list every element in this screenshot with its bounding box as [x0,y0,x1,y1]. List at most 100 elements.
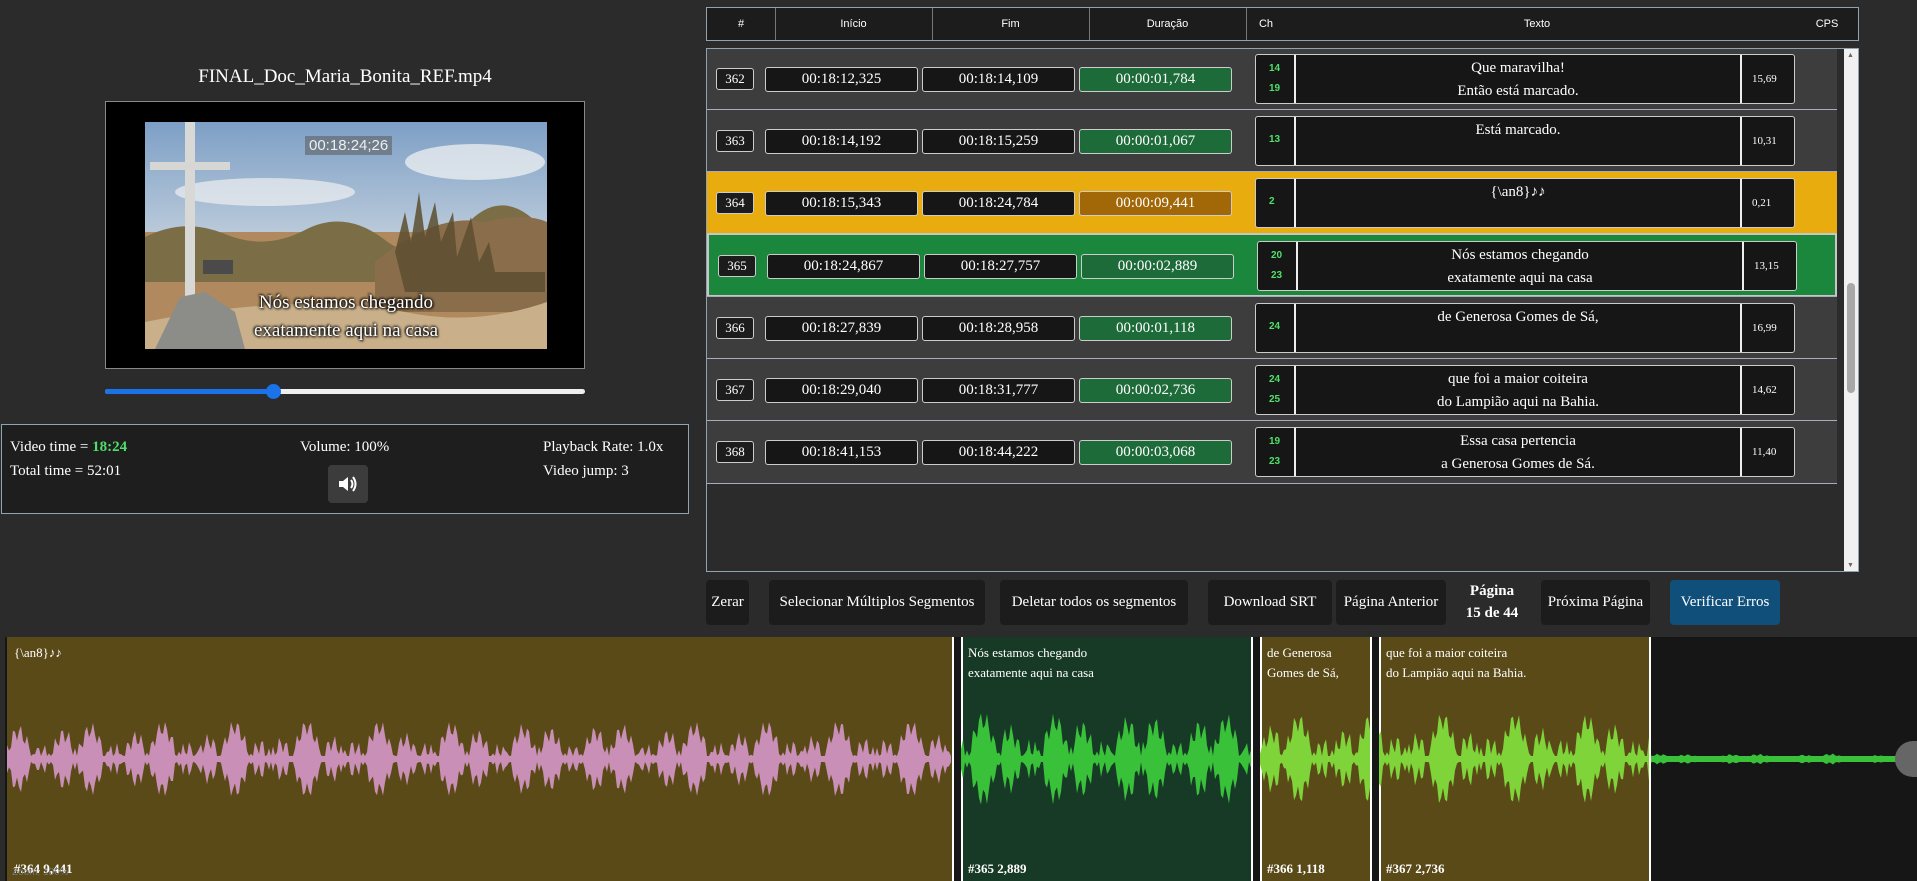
segment-boundary[interactable] [952,637,954,881]
subtitle-text[interactable]: que foi a maior coiteira do Lampião aqui … [1298,368,1738,414]
segment-boundary[interactable] [1260,637,1262,881]
char-count-line-1: 19 [1269,436,1281,447]
start-time-field[interactable]: 00:18:27,839 [765,316,918,341]
segment-boundary[interactable] [1370,637,1372,881]
waveform-scroll-handle[interactable] [1895,741,1917,777]
char-count-line-2: 23 [1271,270,1283,281]
header-start: Início [840,18,867,30]
table-row[interactable]: 362 00:18:12,325 00:18:14,109 00:00:01,784 1… [707,49,1837,111]
speaker-icon [339,476,357,492]
volume-label: Volume: 100% [300,439,390,455]
duration-field: 00:00:03,068 [1079,440,1232,465]
end-time-field[interactable]: 00:18:15,259 [922,129,1075,154]
waveform-timeline[interactable]: {\an8}♪♪ #364 9,441 Nós estamos chegando… [5,637,1917,881]
zerar-button[interactable]: Zerar [706,580,749,625]
end-time-field[interactable]: 00:18:28,958 [922,316,1075,341]
cps-value: 13,15 [1742,242,1796,290]
segment-boundary[interactable] [961,637,963,881]
video-seek-slider[interactable] [105,384,585,399]
waveform-segment-line-2: Gomes de Sá, [1267,665,1339,680]
page-label: Página [1469,583,1515,599]
cps-value: 15,69 [1740,55,1794,103]
table-row[interactable]: 364 00:18:15,343 00:18:24,784 00:00:09,441 2… [707,171,1837,235]
cps-value: 11,40 [1740,428,1794,476]
start-time-field[interactable]: 00:18:14,192 [765,129,918,154]
subtitle-text-line-1: Está marcado. [1475,122,1561,138]
cps-value: 10,31 [1740,117,1794,165]
download-srt-button[interactable]: Download SRT [1208,580,1332,625]
start-time-field[interactable]: 00:18:12,325 [765,67,918,92]
start-time-field[interactable]: 00:18:29,040 [765,378,918,403]
table-scrollbar[interactable]: ▲ ▼ [1844,49,1858,571]
header-number: # [737,18,745,30]
subtitle-text-editor[interactable]: 24 de Generosa Gomes de Sá, 16,99 [1255,303,1795,353]
char-count-column: 20 23 [1258,242,1298,290]
playback-info-panel: Video time = 18:24 Total time = 52:01 Vo… [1,424,689,514]
duration-field: 00:00:01,118 [1079,316,1232,341]
waveform-segment-line-2: do Lampião aqui na Bahia. [1386,665,1527,680]
time-info: Video time = 18:24 Total time = 52:01 [10,435,127,483]
subtitle-text[interactable]: {\an8}♪♪ [1298,181,1738,204]
end-time-field[interactable]: 00:18:31,777 [922,378,1075,403]
video-scene [145,122,547,349]
scroll-thumb[interactable] [1847,283,1855,393]
verify-errors-button[interactable]: Verificar Erros [1670,580,1780,625]
waveform-segment-line-1: que foi a maior coiteira [1386,645,1508,660]
row-number: 364 [716,192,754,214]
end-time-field[interactable]: 00:18:24,784 [922,191,1075,216]
previous-page-button[interactable]: Página Anterior [1336,580,1446,625]
delete-all-segments-button[interactable]: Deletar todos os segmentos [1000,580,1188,625]
volume-button[interactable] [328,465,368,503]
subtitle-text-editor[interactable]: 2 {\an8}♪♪ 0,21 [1255,178,1795,228]
subtitle-text-line-1: que foi a maior coiteira [1448,371,1588,387]
end-time-field[interactable]: 00:18:14,109 [922,67,1075,92]
start-time-field[interactable]: 00:18:15,343 [765,191,918,216]
subtitle-text-line-2: a Generosa Gomes de Sá. [1441,456,1595,472]
app-root: FINAL_Doc_Maria_Bonita_REF.mp4 00:18:24;… [0,0,1917,881]
subtitle-text-line-1: Nós estamos chegando [1451,247,1589,263]
table-row[interactable]: 367 00:18:29,040 00:18:31,777 00:00:02,736 2… [707,358,1837,422]
next-page-button[interactable]: Próxima Página [1541,580,1650,625]
video-jump: Video jump: 3 [543,463,629,479]
waveform-segment-text: {\an8}♪♪ [14,643,62,663]
table-row[interactable]: 368 00:18:41,153 00:18:44,222 00:00:03,068 1… [707,420,1837,484]
subtitle-text-editor[interactable]: 13 Está marcado. 10,31 [1255,116,1795,166]
segment-boundary[interactable] [1251,637,1253,881]
duration-field: 00:00:02,889 [1081,254,1234,279]
subtitle-text-editor[interactable]: 20 23 Nós estamos chegando exatamente aqui … [1257,241,1797,291]
end-time-field[interactable]: 00:18:44,222 [922,440,1075,465]
subtitle-text[interactable]: de Generosa Gomes de Sá, [1298,306,1738,329]
row-number: 363 [716,130,754,152]
end-time-field[interactable]: 00:18:27,757 [924,254,1077,279]
scroll-up-arrow[interactable]: ▲ [1847,51,1854,59]
table-row[interactable]: 363 00:18:14,192 00:18:15,259 00:00:01,067 1… [707,109,1837,173]
subtitle-text[interactable]: Essa casa pertencia a Generosa Gomes de S… [1298,430,1738,476]
video-subtitle-line-2: exatamente aqui na casa [253,320,439,341]
table-row[interactable]: 366 00:18:27,839 00:18:28,958 00:00:01,118 2… [707,296,1837,360]
subtitle-text[interactable]: Nós estamos chegando exatamente aqui na c… [1300,244,1740,290]
subtitle-text[interactable]: Que maravilha! Então está marcado. [1298,57,1738,103]
waveform-segment-366[interactable]: de Generosa Gomes de Sá, #366 1,118 [1260,637,1370,881]
header-end: Fim [1001,18,1020,30]
video-frame-image: 00:18:24;26 Nós estamos chegando exatame… [145,122,547,349]
subtitle-text[interactable]: Está marcado. [1298,119,1738,142]
video-player[interactable]: 00:18:24;26 Nós estamos chegando exatame… [105,101,585,369]
segment-boundary[interactable] [1649,637,1651,881]
scroll-down-arrow[interactable]: ▼ [1847,561,1854,569]
start-time-field[interactable]: 00:18:24,867 [767,254,920,279]
table-row[interactable]: 365 00:18:24,867 00:18:27,757 00:00:02,889 2… [707,233,1837,297]
seek-thumb[interactable] [266,384,281,399]
subtitle-text-editor[interactable]: 24 25 que foi a maior coiteira do Lampião a… [1255,365,1795,415]
subtitle-text-editor[interactable]: 14 19 Que maravilha! Então está marcado. 15,… [1255,54,1795,104]
start-time-field[interactable]: 00:18:41,153 [765,440,918,465]
waveform-segment-365[interactable]: Nós estamos chegando exatamente aqui na … [961,637,1251,881]
row-number: 362 [716,68,754,90]
subtitle-text-line-1: Que maravilha! [1471,60,1565,76]
select-multiple-segments-button[interactable]: Selecionar Múltiplos Segmentos [769,580,985,625]
waveform-segment-364[interactable]: {\an8}♪♪ #364 9,441 [7,637,952,881]
waveform-segment-367[interactable]: que foi a maior coiteira do Lampião aqui… [1379,637,1649,881]
subtitle-text-editor[interactable]: 19 23 Essa casa pertencia a Generosa Gomes … [1255,427,1795,477]
duration-field: 00:00:01,784 [1079,67,1232,92]
cps-value: 14,62 [1740,366,1794,414]
segment-boundary[interactable] [1379,637,1381,881]
